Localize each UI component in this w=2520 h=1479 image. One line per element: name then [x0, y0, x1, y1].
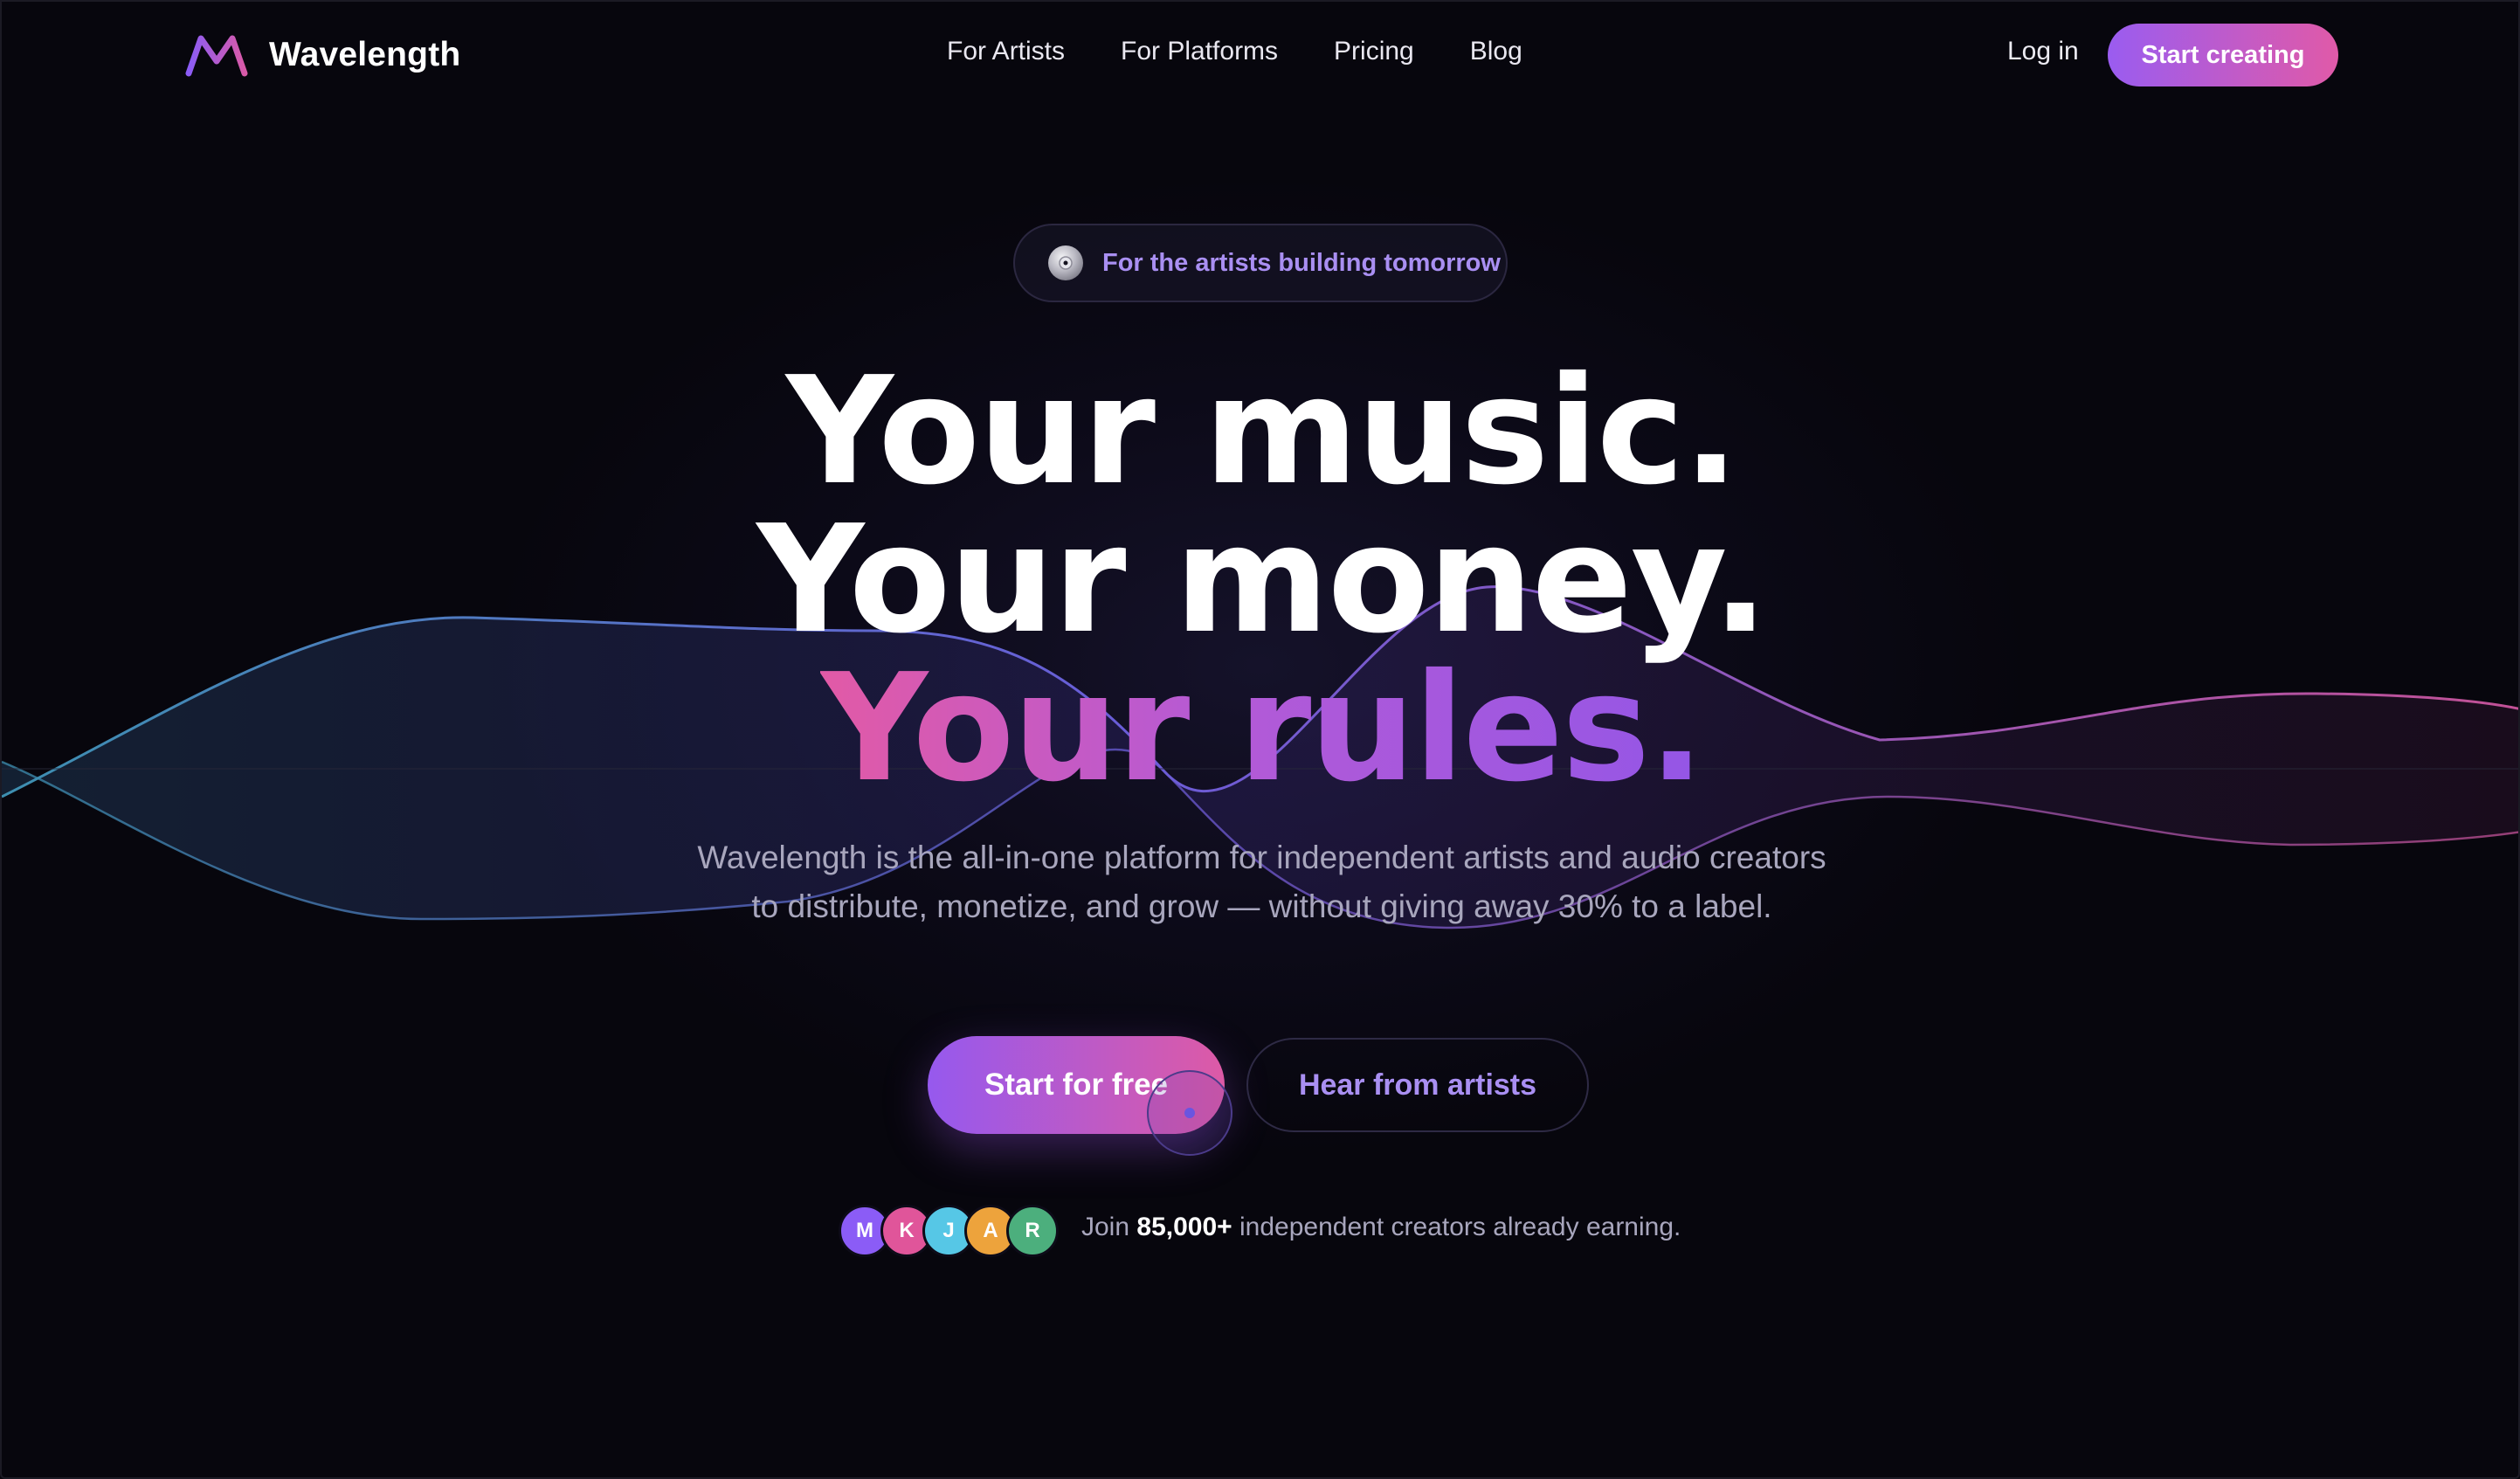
headline-line-3-text: Your rules. — [820, 642, 1705, 815]
proof-prefix: Join — [1081, 1213, 1130, 1241]
login-link[interactable]: Log in — [2007, 37, 2079, 66]
nav-link-pricing[interactable]: Pricing — [1334, 37, 1414, 66]
brand-name: Wavelength — [269, 36, 461, 73]
social-proof-text: Join 85,000+ independent creators alread… — [1081, 1213, 1681, 1242]
top-navbar: Wavelength For Artists For Platforms Pri… — [2, 2, 2518, 107]
brand-logo[interactable]: Wavelength — [183, 31, 460, 79]
headline-line-3: Your rules. — [2, 653, 2518, 804]
creator-avatars: M K J A R — [839, 1205, 1066, 1257]
hero-badge: For the artists building tomorrow — [1013, 224, 1508, 302]
hear-from-artists-button[interactable]: Hear from artists — [1246, 1038, 1589, 1132]
creator-count: 85,000+ — [1136, 1213, 1232, 1241]
disc-icon — [1048, 245, 1083, 280]
headline-line-1: Your music. — [785, 345, 1739, 518]
headline-line-2: Your money. — [756, 494, 1768, 667]
badge-text: For the artists building tomorrow — [1102, 248, 1501, 277]
nav-link-blog[interactable]: Blog — [1470, 37, 1522, 66]
cursor-indicator-icon — [1147, 1070, 1232, 1156]
nav-link-for-artists[interactable]: For Artists — [947, 37, 1065, 66]
avatar: R — [1006, 1205, 1059, 1257]
nav-link-for-platforms[interactable]: For Platforms — [1121, 37, 1278, 66]
start-creating-button[interactable]: Start creating — [2108, 24, 2338, 86]
nav-links: For Artists For Platforms Pricing Blog — [947, 37, 1522, 66]
proof-suffix: independent creators already earning. — [1239, 1213, 1681, 1241]
wavelength-logo-icon — [185, 35, 248, 77]
hero-subtitle: Wavelength is the all-in-one platform fo… — [697, 840, 1826, 924]
page-frame: Wavelength For Artists For Platforms Pri… — [0, 0, 2520, 1479]
